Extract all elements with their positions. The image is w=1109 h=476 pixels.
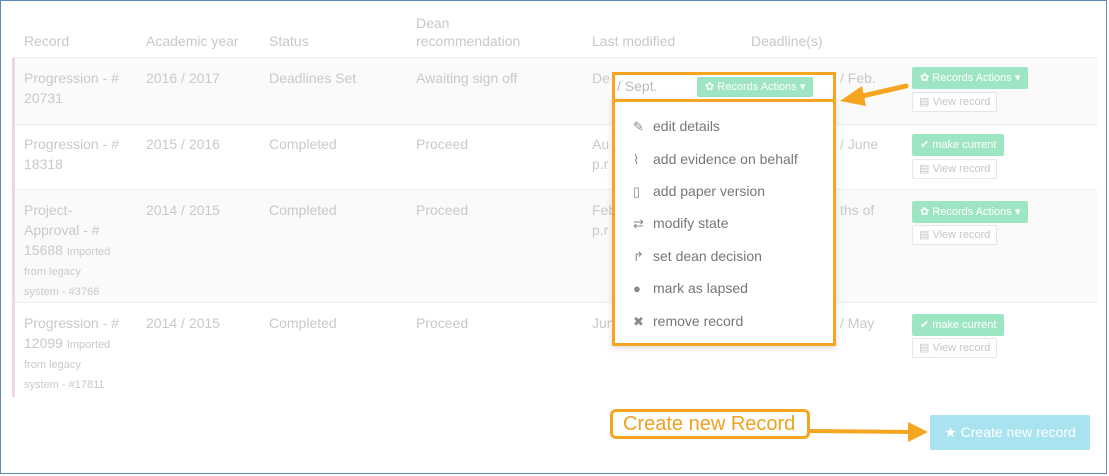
make-current-button[interactable]: ✔ make current [912,134,1005,156]
dean-cell: Awaiting sign off [416,70,518,86]
menu-item-remove-record[interactable]: ✖ remove record [633,312,743,331]
header-deadlines: Deadline(s) [751,33,823,49]
view-record-button[interactable]: ▤ View record [912,159,998,179]
status-cell: Completed [269,136,337,152]
deadline-fragment: / Sept. [617,78,658,94]
view-record-button[interactable]: ▤ View record [912,225,998,245]
star-icon: ★ [944,424,957,440]
menu-item-set-dean-decision[interactable]: ↱ set dean decision [633,247,762,266]
records-actions-open-button[interactable]: ✿ Records Actions ▾ [697,77,814,97]
records-actions-button[interactable]: ✿ Records Actions ▾ [912,67,1029,89]
record-cell: Progression - # 20731 [24,70,119,106]
dean-cell: Proceed [416,315,469,331]
view-record-button[interactable]: ▤ View record [912,92,998,112]
pencil-icon: ✎ [633,119,644,134]
book-icon: ▤ [919,163,930,175]
year-cell: 2016 / 2017 [146,70,220,86]
menu-item-mark-lapsed[interactable]: ● mark as lapsed [633,279,748,298]
deadline-cell: / May [840,315,875,331]
record-cell: Progression - # 12099 Imported from lega… [24,315,119,391]
check-icon: ✔ [920,139,930,151]
times-icon: ✖ [633,314,644,329]
status-cell: Completed [269,315,337,331]
records-actions-menu: ✎ edit details ⌇ add evidence on behalf ▯ a… [612,99,836,346]
modified-cell: Au p.r [592,136,610,172]
book-icon: ▤ [919,342,930,354]
menu-item-add-evidence[interactable]: ⌇ add evidence on behalf [633,150,798,169]
header-last-modified: Last modified [592,33,676,49]
dean-cell: Proceed [416,202,469,218]
header-record: Record [24,33,70,49]
menu-item-edit-details[interactable]: ✎ edit details [633,117,720,136]
view-record-button[interactable]: ▤ View record [912,338,998,358]
status-cell: Deadlines Set [269,70,357,86]
deadline-cell: / June [840,136,879,152]
status-cell: Completed [269,202,337,218]
caret-down-icon: ▾ [1014,206,1021,218]
share-icon: ↱ [633,249,644,264]
header-dean-line1: Dean [416,15,450,31]
menu-item-modify-state[interactable]: ⇄ modify state [633,214,728,233]
paperclip-icon: ⌇ [633,152,640,167]
gear-icon: ✿ [920,206,930,218]
create-record-callout: Create new Record [610,409,810,439]
header-dean-line2: recommendation [416,33,521,49]
year-cell: 2015 / 2016 [146,136,220,152]
deadline-cell: / Feb. [840,70,876,86]
menu-item-add-paper-version[interactable]: ▯ add paper version [633,182,765,201]
record-cell: Progression - # 18318 [24,136,119,172]
deadline-cell: ths of [840,202,875,218]
book-icon: ▤ [919,96,930,108]
gear-icon: ✿ [920,72,930,84]
create-new-record-button[interactable]: ★ Create new record [930,415,1090,450]
year-cell: 2014 / 2015 [146,315,220,331]
exchange-icon: ⇄ [633,216,644,231]
exclamation-circle-icon: ● [633,281,641,296]
caret-down-icon: ▾ [1014,72,1021,84]
records-actions-button[interactable]: ✿ Records Actions ▾ [912,201,1029,223]
modified-cell: De [592,70,610,86]
dropdown-highlight-top: / Sept. ✿ Records Actions ▾ [612,72,836,100]
record-cell: Project- Approval - # 15688 Imported fro… [24,202,111,298]
rows-left-accent [12,58,15,397]
make-current-button[interactable]: ✔ make current [912,314,1005,336]
caret-down-icon: ▾ [799,81,806,93]
header-academic-year: Academic year [146,33,239,49]
year-cell: 2014 / 2015 [146,202,220,218]
gear-icon: ✿ [705,81,715,93]
book-icon: ▤ [919,229,930,241]
dean-cell: Proceed [416,136,469,152]
check-icon: ✔ [920,319,930,331]
file-icon: ▯ [633,184,641,199]
header-status: Status [269,33,309,49]
